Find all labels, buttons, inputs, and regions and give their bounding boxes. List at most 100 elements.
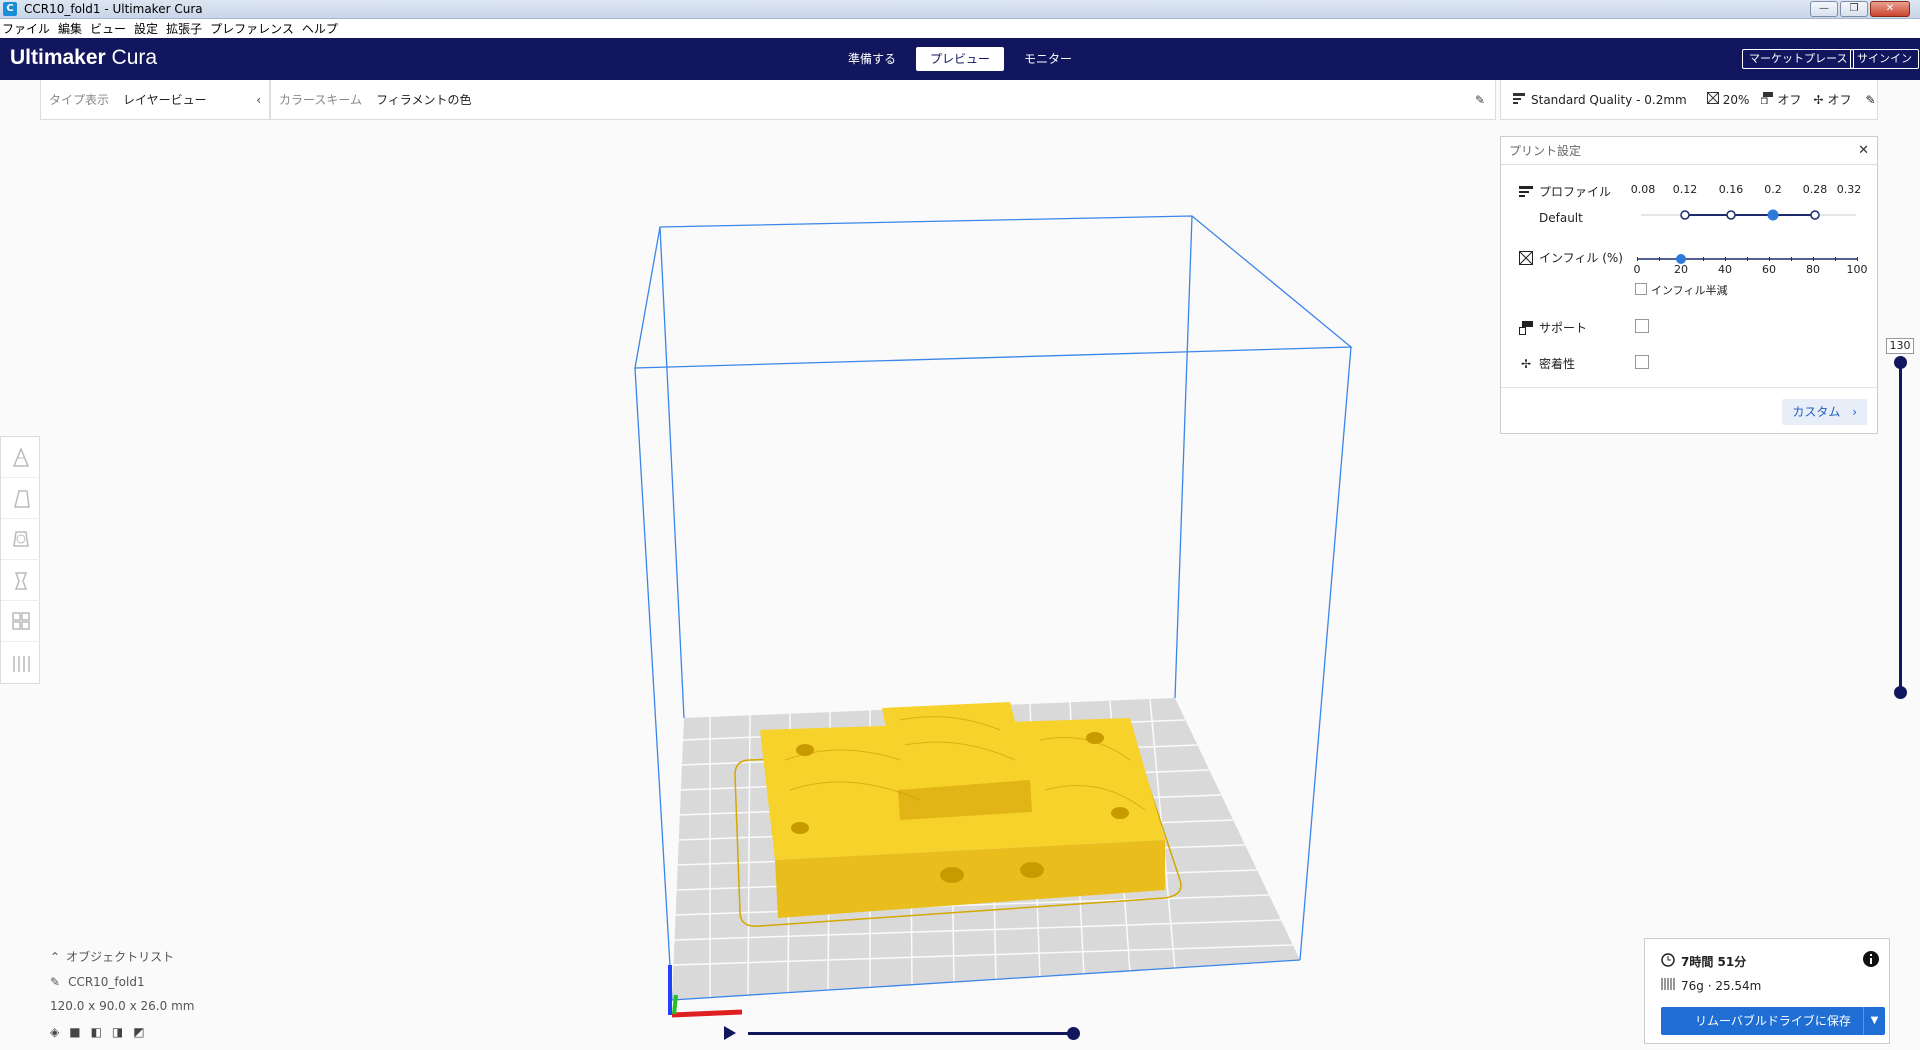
gradual-infill-checkbox[interactable] <box>1635 283 1647 295</box>
menu-view[interactable]: ビュー <box>90 20 126 37</box>
edit-pencil-icon[interactable]: ✎ <box>1865 93 1875 107</box>
object-list-toggle[interactable]: ⌃ オブジェクトリスト <box>50 948 194 965</box>
infill-tick: 60 <box>1762 263 1776 276</box>
filament-spool-icon <box>1661 977 1675 994</box>
color-scheme-label: カラースキーム <box>279 93 363 107</box>
profile-icon <box>1513 92 1525 107</box>
chevron-down-icon[interactable]: ▼ <box>1863 1007 1885 1035</box>
per-model-settings-icon[interactable] <box>1 601 41 642</box>
infill-tick: 80 <box>1806 263 1820 276</box>
y-axis-indicator <box>672 994 678 1015</box>
scale-tool-icon[interactable] <box>1 478 41 519</box>
info-icon[interactable] <box>1863 951 1879 970</box>
layer-height-label: 0.2 <box>1764 183 1782 196</box>
support-icon <box>1760 92 1774 107</box>
cura-app-icon: C <box>3 2 17 16</box>
object-dimensions: 120.0 x 90.0 x 26.0 mm <box>50 999 195 1013</box>
view-3d-icon[interactable]: ◈ <box>50 1025 59 1039</box>
job-summary-panel: 7時間 51分 76g · 25.54m リムーバブルドライブに保存 ▼ <box>1644 938 1890 1044</box>
save-to-removable-drive-button[interactable]: リムーバブルドライブに保存 ▼ <box>1661 1007 1885 1035</box>
menu-edit[interactable]: 編集 <box>58 20 82 37</box>
object-list-item[interactable]: ✎ CCR10_fold1 <box>50 975 194 989</box>
layer-number-input[interactable]: 130 <box>1886 338 1914 354</box>
layer-height-slider[interactable] <box>1631 207 1861 223</box>
layer-slider-track[interactable] <box>1899 362 1902 692</box>
window-title: CCR10_fold1 - Ultimaker Cura <box>24 2 203 16</box>
support-checkbox[interactable] <box>1635 319 1649 333</box>
menu-settings[interactable]: 設定 <box>134 20 158 37</box>
path-slider-track[interactable] <box>748 1032 1074 1035</box>
layer-slider-bottom-handle[interactable] <box>1894 686 1907 699</box>
material-usage: 76g · 25.54m <box>1681 978 1762 993</box>
infill-slider[interactable] <box>1631 251 1861 267</box>
tab-prepare[interactable]: 準備する <box>828 47 916 71</box>
path-slider-handle[interactable] <box>1067 1027 1080 1040</box>
infill-icon <box>1706 91 1720 107</box>
tab-monitor[interactable]: モニター <box>1004 47 1092 71</box>
rotate-tool-icon[interactable] <box>1 519 41 560</box>
menu-file[interactable]: ファイル <box>2 20 50 37</box>
ultimaker-cura-logo: Ultimaker Cura <box>10 46 158 69</box>
tab-preview[interactable]: プレビュー <box>916 47 1004 71</box>
infill-label: インフィル (%) <box>1539 251 1623 265</box>
view-front-icon[interactable]: ■ <box>69 1025 80 1039</box>
menu-help[interactable]: ヘルプ <box>302 20 338 37</box>
close-window-button[interactable]: ✕ <box>1870 1 1910 17</box>
infill-tick: 0 <box>1633 263 1641 276</box>
restore-button[interactable]: ❐ <box>1840 1 1868 17</box>
left-toolbar <box>0 436 41 684</box>
layer-height-label: 0.16 <box>1718 183 1744 196</box>
play-icon[interactable] <box>720 1024 740 1042</box>
layer-height-label: 0.28 <box>1802 183 1828 196</box>
print-settings-title: プリント設定 <box>1509 144 1582 158</box>
adhesion-checkbox[interactable] <box>1635 355 1649 369</box>
menu-extensions[interactable]: 拡張子 <box>166 20 202 37</box>
chevron-left-icon[interactable]: ‹ <box>256 93 261 107</box>
layer-slider-top-handle[interactable] <box>1894 356 1907 369</box>
print-time-row: 7時間 51分 <box>1661 953 1746 970</box>
infill-tick: 20 <box>1674 263 1688 276</box>
profile-label: プロファイル <box>1539 185 1612 199</box>
gradual-infill-label: インフィル半減 <box>1651 284 1728 297</box>
support-row: サポート <box>1519 319 1587 336</box>
3d-viewport[interactable] <box>600 200 1360 1020</box>
minimize-button[interactable]: — <box>1810 1 1838 17</box>
material-row: 76g · 25.54m <box>1661 977 1761 994</box>
view-type-selector[interactable]: タイプ表示 レイヤービュー ‹ <box>40 80 270 120</box>
view-type-label: タイプ表示 <box>49 93 110 107</box>
support-blocker-icon[interactable] <box>1 642 41 683</box>
title-bar: C CCR10_fold1 - Ultimaker Cura — ❐ ✕ <box>0 0 1920 19</box>
adhesion-icon: ✢ <box>1813 92 1824 107</box>
layer-height-label: 0.08 <box>1630 183 1656 196</box>
x-axis-indicator <box>671 1009 743 1018</box>
pencil-icon[interactable]: ✎ <box>1475 93 1485 107</box>
view-top-icon[interactable]: ◧ <box>91 1025 102 1039</box>
print-setup-summary[interactable]: Standard Quality - 0.2mm 20% オフ ✢ オフ ✎ <box>1500 80 1878 120</box>
window-controls: — ❐ ✕ <box>1808 1 1910 17</box>
slider-handle <box>1767 209 1779 221</box>
view-right-icon[interactable]: ◩ <box>133 1025 144 1039</box>
slider-stop <box>1810 210 1820 220</box>
object-name: CCR10_fold1 <box>68 975 145 989</box>
move-tool-icon[interactable] <box>1 437 41 478</box>
custom-settings-button[interactable]: カスタム › <box>1782 399 1867 425</box>
slider-stop <box>1680 210 1690 220</box>
view-left-icon[interactable]: ◨ <box>112 1025 123 1039</box>
profile-name: Default <box>1539 211 1583 225</box>
model-block-top <box>882 702 1030 790</box>
infill-icon <box>1518 250 1534 265</box>
pencil-icon: ✎ <box>50 975 61 989</box>
cura-window: C CCR10_fold1 - Ultimaker Cura — ❐ ✕ ファイ… <box>0 0 1920 1050</box>
profile-icon <box>1519 185 1533 199</box>
support-summary: オフ <box>1777 93 1802 107</box>
adhesion-label: 密着性 <box>1539 357 1576 371</box>
marketplace-button[interactable]: マーケットプレース <box>1742 49 1855 69</box>
color-scheme-selector[interactable]: カラースキーム フィラメントの色 ✎ <box>270 80 1496 120</box>
mirror-tool-icon[interactable] <box>1 560 41 601</box>
signin-button[interactable]: サインイン <box>1850 49 1919 69</box>
close-icon[interactable]: ✕ <box>1858 143 1869 158</box>
menu-preferences[interactable]: プレファレンス <box>210 20 294 37</box>
support-icon <box>1519 320 1533 335</box>
profile-row: プロファイル <box>1519 183 1611 200</box>
infill-row: インフィル (%) <box>1518 249 1623 266</box>
